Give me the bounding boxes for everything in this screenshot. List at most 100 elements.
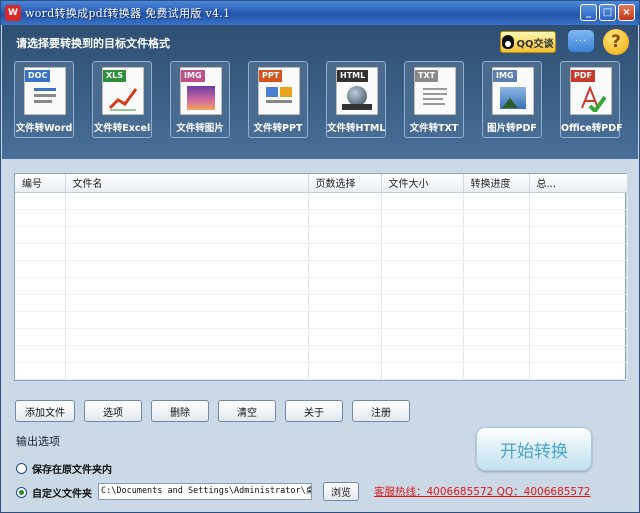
table-cell (381, 243, 464, 261)
table-cell (15, 345, 66, 363)
format-tag: PPT (259, 70, 283, 82)
column-header-filename[interactable]: 文件名 (65, 174, 309, 193)
format-art-icon (30, 84, 60, 112)
table-row[interactable] (15, 226, 628, 244)
custom-folder-radio[interactable] (16, 487, 27, 498)
table-cell (529, 311, 628, 329)
browse-button[interactable]: 浏览 (323, 482, 359, 501)
format-tile-5[interactable]: TXT 文件转TXT (404, 61, 464, 138)
table-cell (463, 226, 530, 244)
table-cell (65, 243, 309, 261)
table-cell (308, 243, 382, 261)
table-cell (381, 345, 464, 363)
file-table-body (15, 192, 628, 380)
table-row[interactable] (15, 192, 628, 210)
qq-chat-label: QQ交谈 (516, 38, 554, 50)
table-cell (381, 277, 464, 295)
title-bar[interactable]: W word转换成pdf转换器 免费试用版 v4.1 _ □ × (1, 1, 639, 25)
table-cell (308, 362, 382, 380)
table-cell (65, 294, 309, 312)
table-cell (529, 345, 628, 363)
about-button[interactable]: 关于 (285, 400, 343, 422)
format-tile-6[interactable]: IMG 图片转PDF (482, 61, 542, 138)
table-cell (529, 277, 628, 295)
table-cell (308, 209, 382, 227)
table-cell (529, 226, 628, 244)
table-cell (463, 209, 530, 227)
table-row[interactable] (15, 209, 628, 227)
file-table[interactable]: 编号 文件名 页数选择 文件大小 转换进度 总... (14, 173, 628, 381)
format-tile-3[interactable]: PPT 文件转PPT (248, 61, 308, 138)
format-tile-4[interactable]: HTML 文件转HTML (326, 61, 386, 138)
table-header-row: 编号 文件名 页数选择 文件大小 转换进度 总... (15, 174, 628, 193)
format-tag: PDF (571, 70, 595, 82)
table-cell (529, 294, 628, 312)
support-hotline-link[interactable]: 客服热线：4006685572 QQ：4006685572 (374, 484, 590, 499)
table-cell (463, 328, 530, 346)
table-cell (15, 192, 66, 210)
format-tile-0[interactable]: DOC 文件转Word (14, 61, 74, 138)
column-header-progress[interactable]: 转换进度 (463, 174, 530, 193)
table-cell (529, 362, 628, 380)
table-cell (463, 243, 530, 261)
table-row[interactable] (15, 243, 628, 261)
column-header-size[interactable]: 文件大小 (381, 174, 464, 193)
format-art-icon (186, 84, 216, 112)
table-cell (308, 345, 382, 363)
table-cell (463, 294, 530, 312)
app-window: W word转换成pdf转换器 免费试用版 v4.1 _ □ × 请选择要转换到… (0, 0, 640, 513)
table-cell (65, 192, 309, 210)
table-cell (381, 311, 464, 329)
table-cell (381, 209, 464, 227)
column-header-index[interactable]: 编号 (15, 174, 66, 193)
start-convert-button[interactable]: 开始转换 (476, 427, 592, 471)
table-cell (381, 260, 464, 278)
output-path-field[interactable]: C:\Documents and Settings\Administrator\… (98, 483, 312, 500)
table-cell (308, 260, 382, 278)
table-cell (308, 192, 382, 210)
save-original-label: 保存在原文件夹内 (32, 465, 112, 476)
option-custom-folder[interactable]: 自定义文件夹 (16, 485, 92, 500)
table-row[interactable] (15, 362, 628, 380)
format-art-icon (108, 84, 138, 112)
options-button[interactable]: 选项 (84, 400, 142, 422)
minimize-button[interactable]: _ (580, 4, 597, 21)
help-icon[interactable]: ? (603, 29, 629, 55)
document-icon: XLS (102, 67, 144, 115)
format-tag: XLS (103, 70, 127, 82)
table-cell (15, 243, 66, 261)
option-save-original[interactable]: 保存在原文件夹内 (16, 461, 112, 476)
format-tile-7[interactable]: PDF Office转PDF (560, 61, 623, 138)
action-button-row: 添加文件 选项 删除 清空 关于 注册 (15, 400, 410, 422)
clear-button[interactable]: 清空 (218, 400, 276, 422)
maximize-button[interactable]: □ (599, 4, 616, 21)
column-header-pages[interactable]: 页数选择 (308, 174, 382, 193)
delete-button[interactable]: 删除 (151, 400, 209, 422)
table-cell (65, 311, 309, 329)
table-row[interactable] (15, 328, 628, 346)
table-row[interactable] (15, 311, 628, 329)
add-file-button[interactable]: 添加文件 (15, 400, 75, 422)
chat-bubble-icon[interactable]: ··· (568, 30, 594, 52)
format-art-icon (264, 84, 294, 112)
table-row[interactable] (15, 294, 628, 312)
save-original-radio[interactable] (16, 463, 27, 474)
format-label: 文件转Excel (93, 123, 151, 134)
table-cell (15, 226, 66, 244)
format-tag: IMG (493, 70, 517, 82)
document-icon: DOC (24, 67, 66, 115)
close-button[interactable]: × (618, 4, 635, 21)
table-cell (15, 209, 66, 227)
format-tile-2[interactable]: IMG 文件转图片 (170, 61, 230, 138)
qq-chat-button[interactable]: QQ交谈 (500, 31, 556, 53)
document-icon: HTML (336, 67, 378, 115)
table-row[interactable] (15, 345, 628, 363)
format-tile-1[interactable]: XLS 文件转Excel (92, 61, 152, 138)
table-row[interactable] (15, 277, 628, 295)
column-header-total[interactable]: 总... (529, 174, 628, 193)
table-cell (529, 243, 628, 261)
table-row[interactable] (15, 260, 628, 278)
table-cell (463, 277, 530, 295)
format-art-icon (342, 84, 372, 112)
register-button[interactable]: 注册 (352, 400, 410, 422)
